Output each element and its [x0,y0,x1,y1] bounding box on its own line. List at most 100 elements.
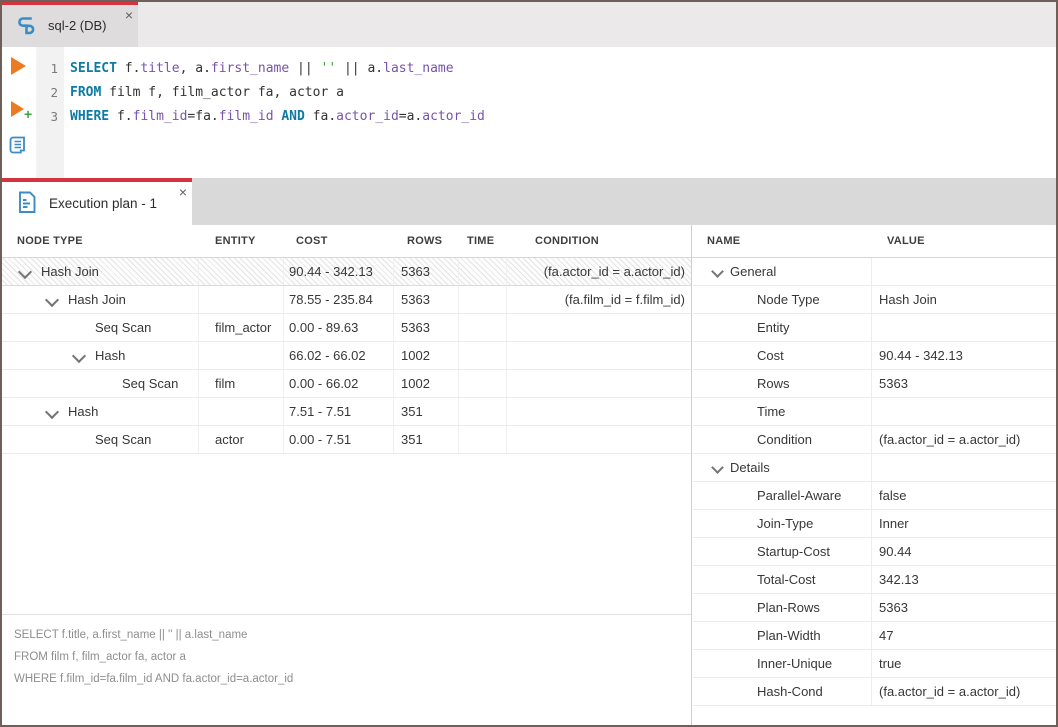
sql-preview-line: WHERE f.film_id=fa.film_id AND fa.actor_… [14,668,691,690]
col-header-condition[interactable]: CONDITION [507,225,691,257]
chevron-down-icon[interactable] [17,268,41,278]
property-name-cell: Inner-Unique [693,650,872,677]
plan-row[interactable]: Hash7.51 - 7.51351 [2,398,691,426]
property-name-cell: Startup-Cost [693,538,872,565]
property-row[interactable]: Entity [693,314,1056,342]
time-cell [459,426,507,453]
close-icon[interactable]: × [179,185,187,199]
plan-row[interactable]: Seq Scanfilm_actor0.00 - 89.635363 [2,314,691,342]
code-token: , a. [180,61,211,76]
editor-toolbar: + [2,47,36,178]
chevron-down-icon[interactable] [44,296,68,306]
property-name: Time [757,404,785,419]
property-row[interactable]: Cost90.44 - 342.13 [693,342,1056,370]
property-row[interactable]: Inner-Uniquetrue [693,650,1056,678]
tab-execution-plan[interactable]: Execution plan - 1 × [2,178,192,225]
dbeaver-window: sql-2 (DB) × + 123 SELECT f [0,0,1058,727]
sql-script-icon [15,14,37,43]
code-token: actor_id [336,109,399,124]
execute-new-tab-button[interactable]: + [11,101,24,117]
property-row[interactable]: Plan-Rows5363 [693,594,1056,622]
chevron-down-icon[interactable] [71,352,95,362]
time-cell [459,370,507,397]
property-row[interactable]: Time [693,398,1056,426]
execution-plan-icon [17,191,37,219]
property-name: Total-Cost [757,572,816,587]
chevron-down-icon[interactable] [712,268,730,278]
entity-cell: actor [199,426,284,453]
property-row[interactable]: Plan-Width47 [693,622,1056,650]
cost-cell: 0.00 - 89.63 [284,314,394,341]
property-name: Plan-Width [757,628,821,643]
node-type-cell: Seq Scan [2,314,199,341]
property-name: Inner-Unique [757,656,832,671]
plan-content: Hash Join90.44 - 342.135363(fa.actor_id … [2,258,1056,725]
gutter: 123 [36,47,64,178]
code-token: fa. [305,109,336,124]
cost-cell: 7.51 - 7.51 [284,398,394,425]
close-icon[interactable]: × [125,8,133,22]
property-name: General [730,264,776,279]
code-area[interactable]: SELECT f.title, a.first_name || '' || a.… [64,47,1056,178]
property-row[interactable]: Rows5363 [693,370,1056,398]
execute-statement-button[interactable] [11,57,26,75]
col-header-entity[interactable]: ENTITY [199,225,284,257]
chevron-spacer [98,380,122,390]
col-header-rows[interactable]: ROWS [394,225,459,257]
node-type-cell: Seq Scan [2,426,199,453]
col-header-cost[interactable]: COST [284,225,394,257]
property-name-cell: Node Type [693,286,872,313]
editor-tab-title: sql-2 (DB) [48,18,107,33]
entity-cell [199,258,284,285]
plan-row[interactable]: Hash66.02 - 66.021002 [2,342,691,370]
entity-cell [199,398,284,425]
editor-tab-bar: sql-2 (DB) × [2,2,1056,47]
property-row[interactable]: Condition(fa.actor_id = a.actor_id) [693,426,1056,454]
time-cell [459,314,507,341]
explain-plan-icon [8,142,28,159]
property-row[interactable]: Parallel-Awarefalse [693,482,1056,510]
col-header-value[interactable]: VALUE [871,225,1056,257]
property-name: Rows [757,376,790,391]
property-row[interactable]: Details [693,454,1056,482]
grid-header: NODE TYPE ENTITY COST ROWS TIME CONDITIO… [2,225,1056,258]
chevron-down-icon[interactable] [712,464,730,474]
code-token: first_name [211,61,289,76]
code-token: film_id [219,109,274,124]
rows-cell: 5363 [394,258,459,285]
property-row[interactable]: Hash-Cond(fa.actor_id = a.actor_id) [693,678,1056,706]
col-header-name[interactable]: NAME [692,225,871,257]
property-row[interactable]: Startup-Cost90.44 [693,538,1056,566]
property-name-cell: General [693,258,872,285]
property-name: Parallel-Aware [757,488,841,503]
code-token: title [140,61,179,76]
property-name: Plan-Rows [757,600,820,615]
code-token: actor_id [422,109,485,124]
rows-cell: 1002 [394,342,459,369]
line-number: 1 [36,57,64,81]
time-cell [459,286,507,313]
plan-row[interactable]: Hash Join90.44 - 342.135363(fa.actor_id … [2,258,691,286]
sql-preview-line: SELECT f.title, a.first_name || '' || a.… [14,624,691,646]
property-row[interactable]: Node TypeHash Join [693,286,1056,314]
code-token: AND [281,109,304,124]
plan-row[interactable]: Seq Scanactor0.00 - 7.51351 [2,426,691,454]
condition-cell [507,426,691,453]
node-type-label: Hash [68,404,98,419]
condition-cell [507,314,691,341]
property-value [872,314,1056,341]
col-header-time[interactable]: TIME [459,225,507,257]
chevron-down-icon[interactable] [44,408,68,418]
property-row[interactable]: Total-Cost342.13 [693,566,1056,594]
plan-row[interactable]: Seq Scanfilm0.00 - 66.021002 [2,370,691,398]
code-token: f. [109,109,132,124]
col-header-node-type[interactable]: NODE TYPE [2,225,199,257]
code-token: f. [117,61,140,76]
property-row[interactable]: General [693,258,1056,286]
property-value: Hash Join [872,286,1056,313]
property-row[interactable]: Join-TypeInner [693,510,1056,538]
explain-plan-button[interactable] [8,135,28,160]
tab-sql-editor[interactable]: sql-2 (DB) × [2,2,138,47]
plan-row[interactable]: Hash Join78.55 - 235.845363(fa.film_id =… [2,286,691,314]
entity-cell [199,342,284,369]
